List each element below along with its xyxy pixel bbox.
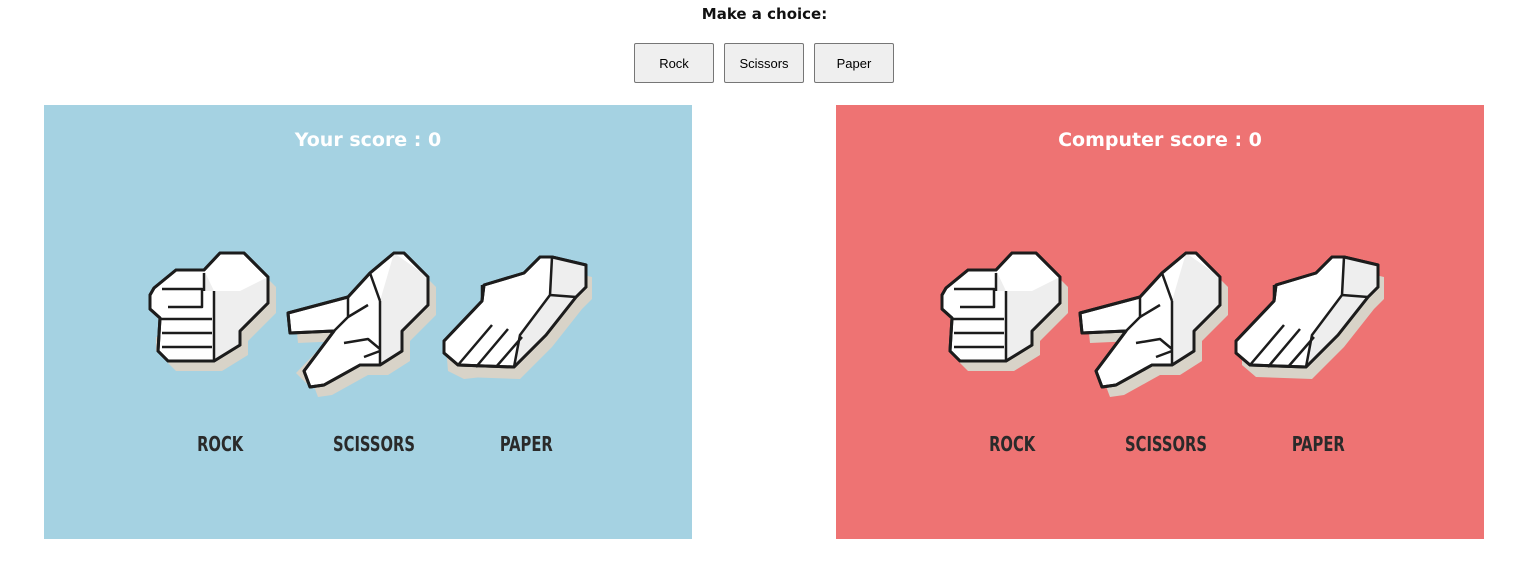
paper-hand-icon (1234, 255, 1384, 379)
rock-label: ROCK (989, 432, 1036, 456)
paper-button[interactable]: Paper (814, 43, 894, 83)
player-hands-illustration (148, 251, 592, 397)
scissors-hand-icon (1078, 251, 1228, 397)
player-panel: Your score : 0 ROCK SCISSORS PAPER (44, 105, 692, 539)
scissors-button[interactable]: Scissors (724, 43, 804, 83)
choice-buttons: Rock Scissors Paper (634, 43, 894, 83)
rock-label: ROCK (197, 432, 244, 456)
computer-hands-illustration (940, 251, 1384, 397)
scissors-label: SCISSORS (332, 432, 415, 456)
scissors-label: SCISSORS (1124, 432, 1207, 456)
paper-label: PAPER (1291, 432, 1345, 456)
rock-hand-icon (148, 251, 276, 371)
paper-label: PAPER (499, 432, 553, 456)
rock-hand-icon (940, 251, 1068, 371)
computer-panel: Computer score : 0 ROCK SCISSORS PAPER (836, 105, 1484, 539)
paper-hand-icon (442, 255, 592, 379)
choice-prompt: Make a choice: (701, 5, 828, 23)
rock-button[interactable]: Rock (634, 43, 714, 83)
scissors-hand-icon (286, 251, 436, 397)
